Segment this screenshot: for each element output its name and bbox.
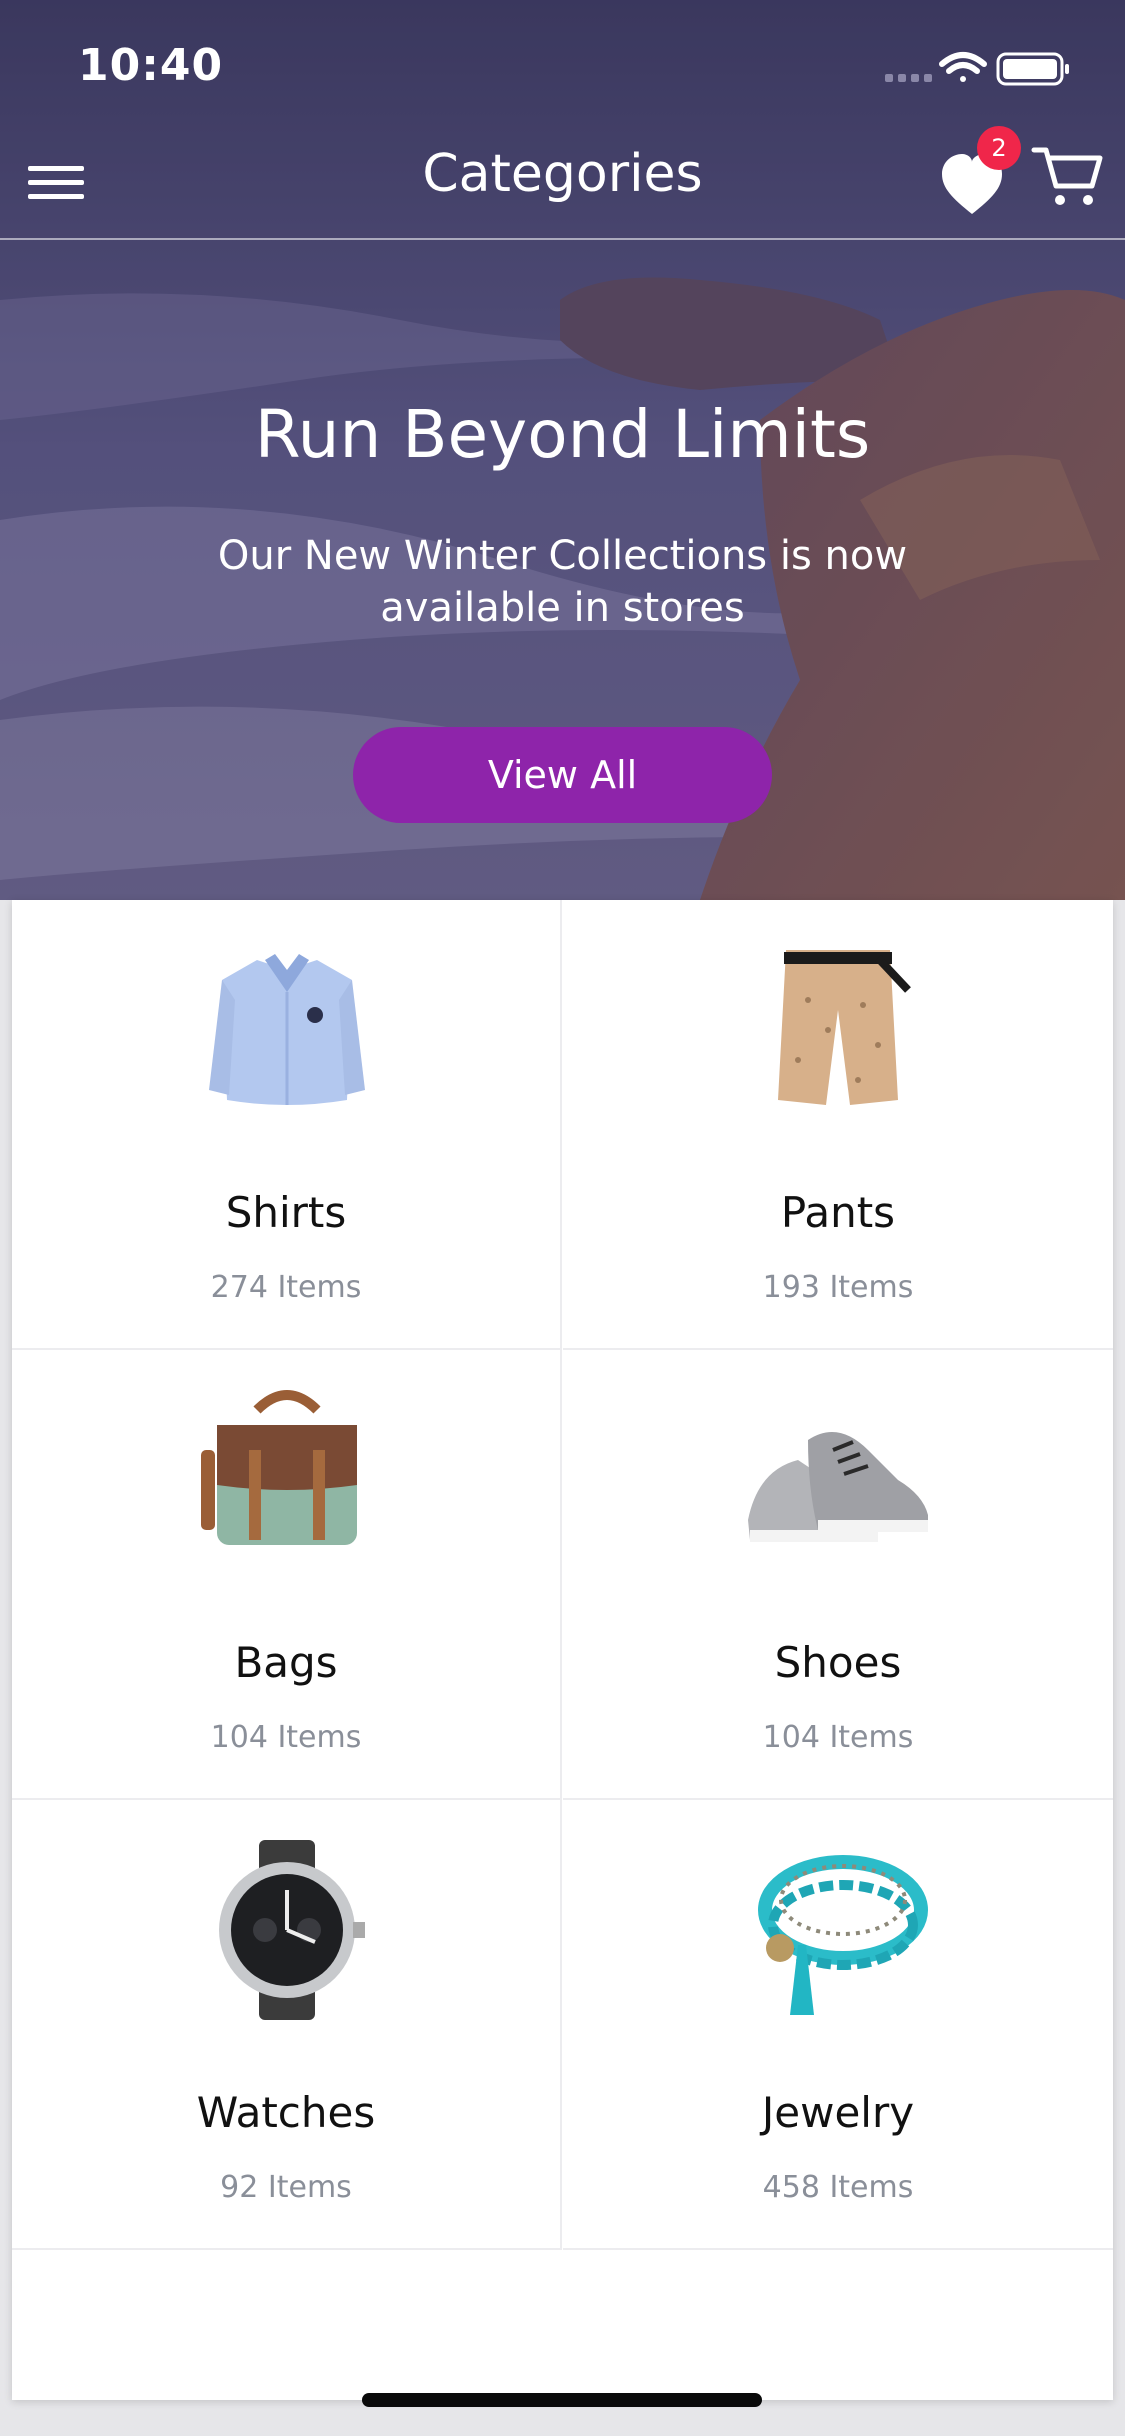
shoe-icon xyxy=(748,1432,928,1542)
category-card-pants[interactable]: Pants 193 Items xyxy=(563,900,1113,1350)
favorites-count-badge: 2 xyxy=(977,126,1021,170)
pants-icon xyxy=(778,950,911,1105)
status-bar: 10:40 xyxy=(0,0,1125,130)
category-grid: Shirts 274 Items Pants 193 Items Bags 10… xyxy=(12,900,1113,2400)
hero-banner: 10:40 Categories 2 Run Beyond Limits Our… xyxy=(0,0,1125,900)
category-count: 104 Items xyxy=(762,1720,914,1755)
category-count: 193 Items xyxy=(762,1270,914,1305)
category-name: Shirts xyxy=(225,1188,347,1237)
view-all-button[interactable]: View All xyxy=(353,727,772,823)
category-card-jewelry[interactable]: Jewelry 458 Items xyxy=(563,1800,1113,2250)
category-name: Bags xyxy=(234,1638,338,1687)
category-name: Pants xyxy=(780,1188,896,1237)
bracelet-icon xyxy=(758,1855,928,2015)
status-time: 10:40 xyxy=(78,40,224,91)
category-count: 458 Items xyxy=(762,2170,914,2205)
wifi-icon xyxy=(939,52,987,82)
category-name: Watches xyxy=(196,2088,376,2137)
shirt-icon xyxy=(209,954,365,1105)
category-count: 274 Items xyxy=(210,1270,362,1305)
bag-icon xyxy=(201,1390,357,1545)
category-count: 92 Items xyxy=(220,2170,352,2205)
watch-icon xyxy=(219,1840,365,2020)
category-card-bags[interactable]: Bags 104 Items xyxy=(12,1350,562,1800)
cellular-signal-icon xyxy=(885,74,932,82)
category-count: 104 Items xyxy=(210,1720,362,1755)
hero-title: Run Beyond Limits xyxy=(254,396,871,473)
status-icons xyxy=(885,52,1069,86)
category-card-shoes[interactable]: Shoes 104 Items xyxy=(563,1350,1113,1800)
hero-subtitle: Our New Winter Collections is now availa… xyxy=(217,533,908,631)
home-indicator[interactable] xyxy=(362,2393,762,2407)
favorites-button[interactable]: 2 xyxy=(940,126,1030,216)
cart-icon[interactable] xyxy=(1030,134,1110,214)
category-name: Shoes xyxy=(774,1638,902,1687)
navbar: Categories 2 xyxy=(0,120,1125,240)
category-card-watches[interactable]: Watches 92 Items xyxy=(12,1800,562,2250)
category-name: Jewelry xyxy=(761,2088,915,2137)
battery-icon xyxy=(996,52,1069,86)
category-card-shirts[interactable]: Shirts 274 Items xyxy=(12,900,562,1350)
